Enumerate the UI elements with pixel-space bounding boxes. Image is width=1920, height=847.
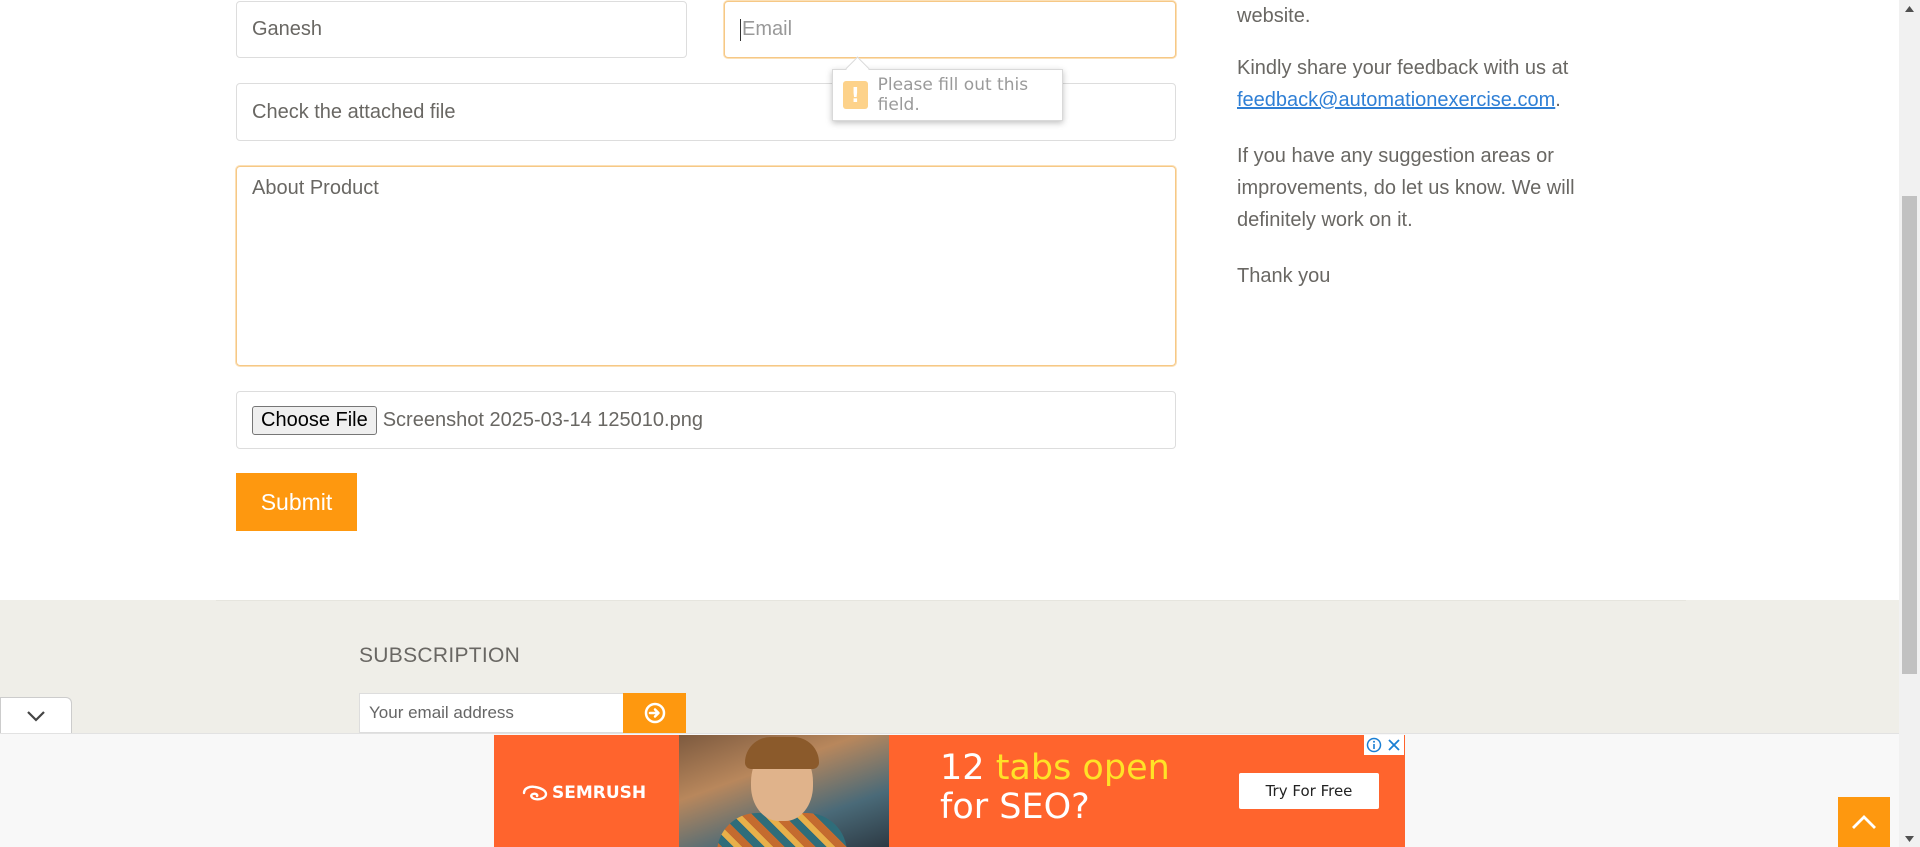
footer-divider	[216, 600, 1686, 601]
ad-close-icon[interactable]	[1384, 735, 1404, 755]
semrush-flame-icon	[522, 785, 548, 801]
ad-banner[interactable]: SEMRUSH 12 tabs open for SEO? Try For Fr…	[494, 735, 1405, 847]
semrush-logo: SEMRUSH	[522, 783, 646, 803]
subscription-title: SUBSCRIPTION	[359, 644, 521, 667]
scroll-to-top-button[interactable]	[1838, 797, 1890, 847]
ad-brand: SEMRUSH	[552, 783, 647, 803]
text-caret	[740, 18, 741, 41]
feedback-prefix: Kindly share your feedback with us at	[1237, 57, 1569, 79]
warning-icon: !	[843, 81, 868, 109]
message-textarea[interactable]: About Product	[236, 166, 1176, 366]
ad-headline: 12 tabs open for SEO?	[940, 749, 1170, 827]
submit-button[interactable]: Submit	[236, 473, 357, 531]
validation-tooltip: ! Please fill out this field.	[832, 69, 1063, 121]
subject-value: Check the attached file	[252, 100, 456, 123]
chevron-up-icon	[1852, 815, 1876, 829]
validation-message: Please fill out this field.	[877, 75, 1029, 115]
selected-file-name: Screenshot 2025-03-14 125010.png	[382, 408, 703, 431]
message-value: About Product	[252, 177, 379, 199]
info-suggestion-paragraph: If you have any suggestion areas or impr…	[1237, 145, 1575, 231]
ad-headline-number: 12	[940, 748, 985, 788]
chevron-down-icon	[27, 710, 45, 722]
ad-headline-line2: for SEO?	[940, 787, 1090, 827]
feedback-info: website. Kindly share your feedback with…	[1237, 0, 1597, 316]
arrow-circle-right-icon	[644, 702, 665, 724]
ad-headline-highlight: tabs open	[995, 748, 1170, 788]
choose-file-button[interactable]: Choose File	[252, 405, 377, 435]
subscription-email-placeholder: Your email address	[369, 703, 514, 722]
ad-photo-person	[679, 735, 889, 847]
subscribe-button[interactable]	[623, 693, 686, 733]
scroll-up-arrow-icon[interactable]	[1899, 0, 1920, 17]
ad-collapse-toggle[interactable]	[0, 697, 72, 733]
ad-controls	[1364, 735, 1404, 755]
feedback-email-link[interactable]: feedback@automationexercise.com	[1237, 89, 1555, 111]
scrollbar-thumb[interactable]	[1902, 196, 1917, 674]
info-feedback-paragraph: Kindly share your feedback with us at fe…	[1237, 52, 1597, 116]
name-value: Ganesh	[252, 18, 323, 40]
email-placeholder: Email	[742, 18, 793, 40]
email-input[interactable]: Email	[724, 1, 1176, 58]
feedback-suffix: .	[1555, 89, 1561, 111]
info-thank-you: Thank you	[1237, 265, 1331, 287]
info-line-website: website.	[1237, 5, 1311, 27]
adchoices-info-icon[interactable]	[1364, 735, 1384, 755]
name-input[interactable]: Ganesh	[236, 1, 687, 58]
ad-cta-button[interactable]: Try For Free	[1239, 773, 1379, 809]
subscription-email-input[interactable]: Your email address	[359, 693, 624, 733]
scroll-down-arrow-icon[interactable]	[1899, 830, 1920, 847]
file-upload-field[interactable]: Choose File Screenshot 2025-03-14 125010…	[236, 391, 1176, 449]
page: Ganesh Email Check the attached file Abo…	[0, 0, 1899, 847]
ad-photo-hair	[745, 737, 819, 769]
